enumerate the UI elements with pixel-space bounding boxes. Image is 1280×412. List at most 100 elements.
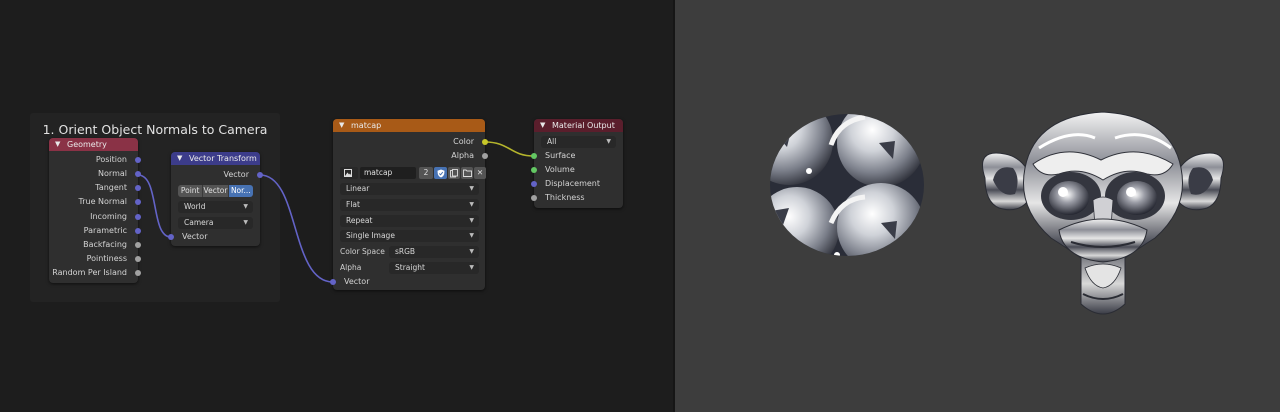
socket-alpha-out[interactable] [482, 153, 488, 159]
projection-value: Flat [346, 200, 360, 209]
output-random-per-island: Random Per Island [52, 268, 127, 277]
mode-normal-button[interactable]: Nor... [228, 185, 253, 197]
socket-vector-in[interactable] [168, 234, 174, 240]
matcap-sphere-preview [770, 114, 924, 256]
material-output-title: Material Output [552, 121, 615, 130]
image-browse-button[interactable] [340, 167, 358, 179]
input-vector: Vector [182, 232, 208, 241]
unlink-image-button[interactable]: ✕ [474, 167, 486, 179]
socket-vector-in[interactable] [330, 279, 336, 285]
socket-incoming[interactable] [135, 214, 141, 220]
socket-parametric[interactable] [135, 228, 141, 234]
chevron-down-icon: ▼ [243, 219, 248, 226]
image-texture-title: matcap [351, 121, 382, 130]
material-output-node[interactable]: ▼ Material Output All ▼ Surface Volume D… [531, 119, 623, 208]
geometry-node[interactable]: ▼ Geometry Position Normal Tangent True … [49, 138, 141, 283]
alpha-mode-label: Alpha [340, 263, 362, 272]
mode-vector-button[interactable]: Vector [203, 185, 229, 197]
chevron-down-icon[interactable]: ▼ [177, 152, 182, 165]
socket-pointiness[interactable] [135, 256, 141, 262]
duplicate-icon [450, 168, 458, 177]
input-vector: Vector [344, 277, 370, 286]
open-image-button[interactable] [461, 167, 473, 179]
transform-type-selector[interactable]: Point Vector Nor... [178, 185, 253, 197]
vector-transform-header[interactable]: ▼ Vector Transform [171, 152, 260, 165]
chevron-down-icon[interactable]: ▼ [540, 119, 545, 132]
image-name-field[interactable]: matcap [360, 167, 416, 179]
fake-user-button[interactable] [434, 167, 447, 179]
image-datablock-selector[interactable]: matcap 2 ✕ [340, 167, 486, 179]
socket-volume[interactable] [531, 167, 537, 173]
convert-from-value: World [184, 202, 206, 211]
socket-color-out[interactable] [482, 139, 488, 145]
color-space-label: Color Space [340, 247, 385, 256]
convert-to-dropdown[interactable]: Camera ▼ [178, 217, 253, 229]
output-color: Color [453, 137, 474, 146]
alpha-mode-dropdown[interactable]: Straight ▼ [389, 262, 479, 274]
image-texture-node[interactable]: ▼ matcap Color Alpha matcap 2 ✕ Linear ▼… [330, 119, 488, 290]
output-normal: Normal [98, 169, 127, 178]
chevron-down-icon: ▼ [469, 201, 474, 208]
convert-from-dropdown[interactable]: World ▼ [178, 201, 253, 213]
color-space-value: sRGB [395, 247, 416, 256]
output-backfacing: Backfacing [83, 240, 127, 249]
material-output-header[interactable]: ▼ Material Output [534, 119, 623, 132]
socket-backfacing[interactable] [135, 242, 141, 248]
render-target-dropdown[interactable]: All ▼ [541, 136, 616, 148]
folder-icon [462, 169, 472, 177]
mode-point-button[interactable]: Point [178, 185, 204, 197]
extension-dropdown[interactable]: Repeat ▼ [340, 215, 479, 227]
socket-true-normal[interactable] [135, 199, 141, 205]
socket-surface[interactable] [531, 153, 537, 159]
socket-random-per-island[interactable] [135, 270, 141, 276]
chevron-down-icon: ▼ [469, 217, 474, 224]
chevron-down-icon: ▼ [469, 185, 474, 192]
chevron-down-icon[interactable]: ▼ [55, 138, 60, 151]
output-vector: Vector [223, 170, 250, 179]
chevron-down-icon: ▼ [469, 232, 474, 239]
convert-to-value: Camera [184, 218, 214, 227]
output-position: Position [95, 155, 127, 164]
vector-transform-node[interactable]: ▼ Vector Transform Vector Point Vector N… [168, 152, 263, 246]
alpha-mode-value: Straight [395, 263, 425, 272]
render-target-value: All [547, 137, 557, 146]
3d-viewport[interactable] [675, 0, 1280, 412]
output-parametric: Parametric [83, 226, 127, 235]
geometry-node-header[interactable]: ▼ Geometry [49, 138, 138, 151]
suzanne-monkey-mesh [982, 111, 1224, 315]
chevron-down-icon[interactable]: ▼ [339, 119, 344, 132]
socket-normal[interactable] [135, 171, 141, 177]
interpolation-dropdown[interactable]: Linear ▼ [340, 183, 479, 195]
image-name: matcap [364, 168, 393, 177]
output-incoming: Incoming [90, 212, 127, 221]
color-space-dropdown[interactable]: sRGB ▼ [389, 246, 479, 258]
link-normal-to-vector [137, 174, 172, 238]
geometry-node-title: Geometry [67, 140, 107, 149]
interpolation-value: Linear [346, 184, 370, 193]
chevron-down-icon: ▼ [469, 264, 474, 271]
socket-thickness[interactable] [531, 195, 537, 201]
socket-position[interactable] [135, 157, 141, 163]
source-value: Single Image [346, 231, 395, 240]
output-true-normal: True Normal [78, 197, 127, 206]
input-thickness: Thickness [545, 193, 585, 202]
chevron-down-icon: ▼ [243, 203, 248, 210]
socket-vector-out[interactable] [257, 172, 263, 178]
close-icon: ✕ [476, 168, 484, 177]
link-color-to-surface [484, 141, 535, 157]
output-pointiness: Pointiness [86, 254, 127, 263]
image-texture-header[interactable]: ▼ matcap [333, 119, 485, 132]
projection-dropdown[interactable]: Flat ▼ [340, 199, 479, 211]
new-image-button[interactable] [448, 167, 460, 179]
input-surface: Surface [545, 151, 576, 160]
socket-tangent[interactable] [135, 185, 141, 191]
socket-displacement[interactable] [531, 181, 537, 187]
image-users-count[interactable]: 2 [419, 167, 433, 179]
image-icon [344, 168, 352, 177]
vector-transform-title: Vector Transform [189, 154, 257, 163]
shader-node-editor[interactable]: 1. Orient Object Normals to Camera ▼ Geo… [0, 0, 673, 412]
input-volume: Volume [545, 165, 575, 174]
source-dropdown[interactable]: Single Image ▼ [340, 230, 479, 242]
shield-icon [437, 169, 444, 177]
extension-value: Repeat [346, 216, 373, 225]
